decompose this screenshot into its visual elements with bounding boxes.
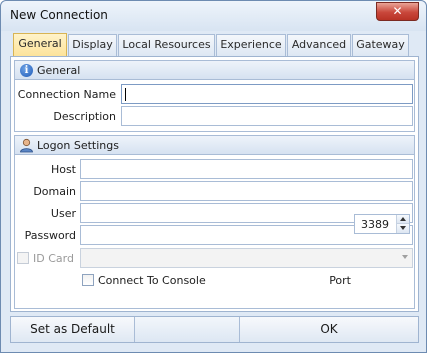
title-bar[interactable]: New Connection ✕ [1,1,426,31]
connect-to-console-label: Connect To Console [98,274,206,287]
logon-group-title: Logon Settings [37,139,119,152]
chevron-down-icon [402,255,408,259]
host-label: Host [50,163,76,176]
connect-to-console-checkbox[interactable] [82,274,94,286]
set-as-default-button[interactable]: Set as Default [11,317,135,342]
window-title: New Connection [10,8,108,22]
id-card-select[interactable] [80,248,413,268]
text-caret [125,88,126,101]
tab-gateway[interactable]: Gateway [352,34,409,56]
user-label: User [50,207,76,220]
logon-group-header: Logon Settings [14,135,415,155]
tab-display[interactable]: Display [68,34,117,56]
user-icon [20,138,33,153]
tab-advanced[interactable]: Advanced [287,34,351,56]
tab-general[interactable]: General [13,33,67,56]
general-group-title: General [37,64,81,77]
password-label: Password [24,229,76,242]
connection-name-input[interactable] [121,84,413,104]
description-label: Description [53,110,116,123]
port-decrement-button[interactable] [397,224,409,233]
general-tab-panel: i General Connection Name Description Lo… [10,56,419,312]
domain-label: Domain [33,185,76,198]
port-label: Port [329,274,351,287]
close-icon: ✕ [392,4,403,18]
host-input[interactable] [80,159,413,179]
domain-input[interactable] [80,181,413,201]
port-increment-button[interactable] [397,215,409,224]
port-stepper-buttons [396,215,409,233]
ok-button[interactable]: OK [239,317,418,342]
id-card-label: ID Card [33,252,74,265]
dialog-button-bar: Set as Default OK [10,316,419,343]
tab-experience[interactable]: Experience [216,34,286,56]
connection-name-label: Connection Name [17,88,116,101]
description-input[interactable] [121,106,413,126]
info-icon: i [20,64,33,77]
port-value: 3389 [361,218,389,231]
tab-local-resources[interactable]: Local Resources [118,34,215,56]
id-card-checkbox[interactable] [17,252,29,264]
new-connection-dialog: New Connection ✕ General Display Local R… [0,0,427,353]
general-group-header: i General [14,60,415,80]
port-stepper[interactable]: 3389 [354,214,410,234]
close-button[interactable]: ✕ [376,2,419,21]
